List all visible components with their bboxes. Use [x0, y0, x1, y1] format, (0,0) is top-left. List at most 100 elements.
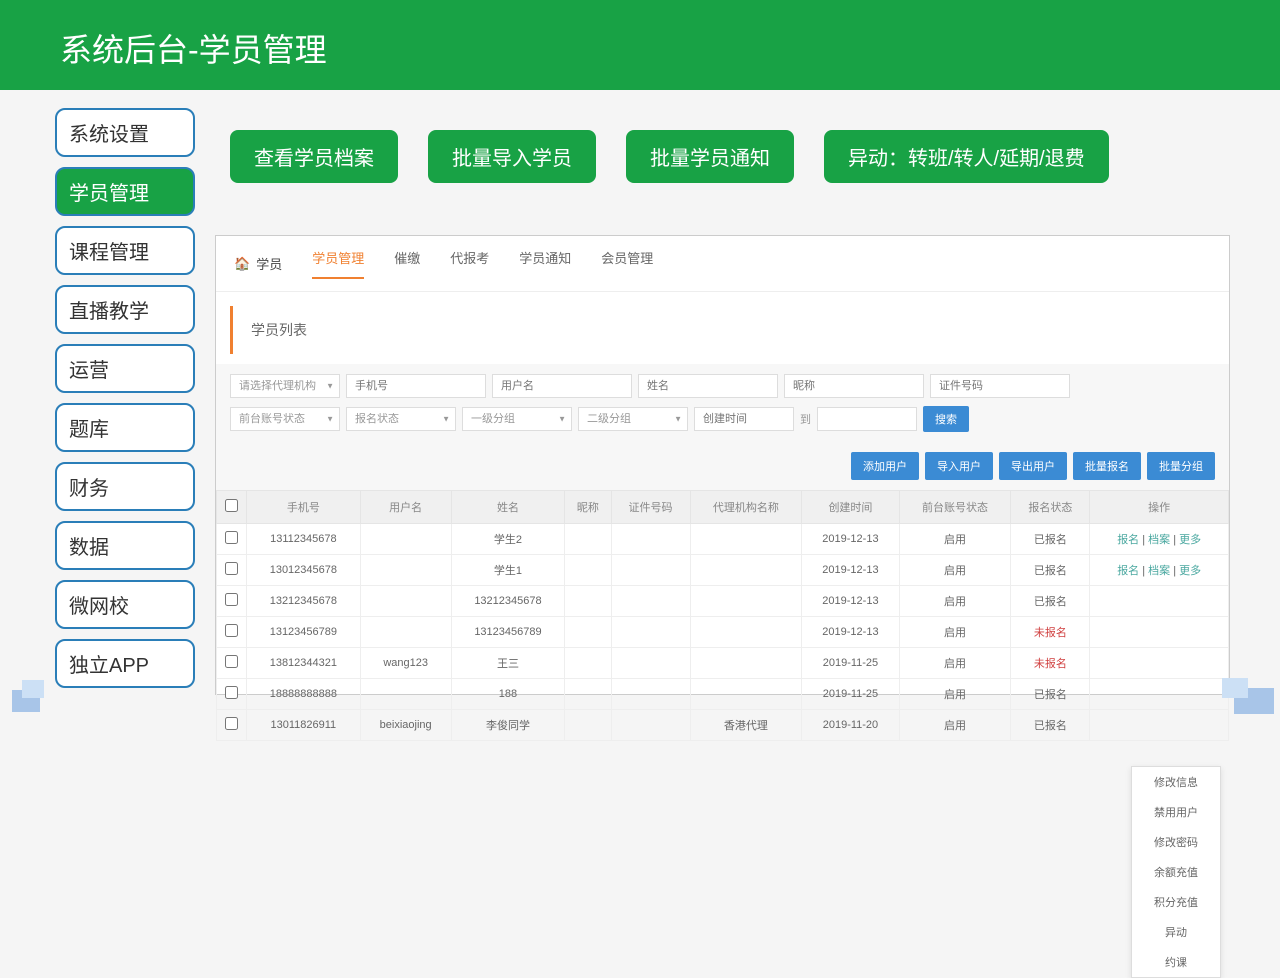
- cell-id: [611, 617, 690, 648]
- cell-phone: 13123456789: [247, 617, 361, 648]
- to-label: 到: [800, 411, 811, 427]
- table-header: 手机号: [247, 491, 361, 524]
- sidebar-item-1[interactable]: 学员管理: [55, 167, 195, 216]
- realname-input[interactable]: [638, 374, 778, 398]
- action-enroll[interactable]: 报名: [1117, 534, 1139, 546]
- table-row: 13812344321 wang123 王三 2019-11-25 启用 未报名: [217, 648, 1229, 679]
- account-status-select[interactable]: 前台账号状态: [230, 407, 340, 431]
- bulk-button-1[interactable]: 导入用户: [925, 452, 993, 480]
- cell-nick: [565, 555, 611, 586]
- cell-status: 启用: [899, 586, 1011, 617]
- dropdown-item-0[interactable]: 修改信息: [1132, 767, 1220, 797]
- home-icon: 🏠: [234, 256, 250, 272]
- action-button-0[interactable]: 查看学员档案: [230, 130, 398, 183]
- cell-enroll: 已报名: [1011, 555, 1090, 586]
- nickname-input[interactable]: [784, 374, 924, 398]
- table-header: 创建时间: [802, 491, 899, 524]
- cell-id: [611, 586, 690, 617]
- row-check[interactable]: [225, 717, 238, 730]
- cell-agency: [690, 617, 802, 648]
- sidebar-item-9[interactable]: 独立APP: [55, 639, 195, 688]
- dropdown-item-3[interactable]: 余额充值: [1132, 857, 1220, 887]
- cell-phone: 13212345678: [247, 586, 361, 617]
- cell-agency: [690, 586, 802, 617]
- table-header: 前台账号状态: [899, 491, 1011, 524]
- create-time-from[interactable]: [694, 407, 794, 431]
- sidebar-item-6[interactable]: 财务: [55, 462, 195, 511]
- tab-4[interactable]: 会员管理: [601, 248, 653, 279]
- row-check[interactable]: [225, 686, 238, 699]
- table-row: 13123456789 13123456789 2019-12-13 启用 未报…: [217, 617, 1229, 648]
- phone-input[interactable]: [346, 374, 486, 398]
- action-enroll[interactable]: 报名: [1117, 565, 1139, 577]
- dropdown-item-2[interactable]: 修改密码: [1132, 827, 1220, 857]
- cell-id: [611, 710, 690, 741]
- create-time-to[interactable]: [817, 407, 917, 431]
- search-button[interactable]: 搜索: [923, 406, 969, 432]
- action-button-1[interactable]: 批量导入学员: [428, 130, 596, 183]
- sidebar-item-5[interactable]: 题库: [55, 403, 195, 452]
- bulk-button-3[interactable]: 批量报名: [1073, 452, 1141, 480]
- cell-id: [611, 679, 690, 710]
- action-file[interactable]: 档案: [1148, 565, 1170, 577]
- group1-select[interactable]: 一级分组: [462, 407, 572, 431]
- cell-name: 学生2: [451, 524, 565, 555]
- row-check[interactable]: [225, 562, 238, 575]
- group2-select[interactable]: 二级分组: [578, 407, 688, 431]
- enroll-status-select[interactable]: 报名状态: [346, 407, 456, 431]
- sidebar-item-2[interactable]: 课程管理: [55, 226, 195, 275]
- tab-1[interactable]: 催缴: [394, 248, 420, 279]
- bulk-button-4[interactable]: 批量分组: [1147, 452, 1215, 480]
- tab-3[interactable]: 学员通知: [519, 248, 571, 279]
- dropdown-item-6[interactable]: 约课: [1132, 947, 1220, 977]
- row-check[interactable]: [225, 655, 238, 668]
- row-check[interactable]: [225, 531, 238, 544]
- cell-agency: [690, 679, 802, 710]
- cell-enroll: 已报名: [1011, 679, 1090, 710]
- username-input[interactable]: [492, 374, 632, 398]
- idcard-input[interactable]: [930, 374, 1070, 398]
- row-check[interactable]: [225, 593, 238, 606]
- action-button-3[interactable]: 异动：转班/转人/延期/退费: [824, 130, 1109, 183]
- dropdown-item-1[interactable]: 禁用用户: [1132, 797, 1220, 827]
- breadcrumb-home[interactable]: 🏠 学员: [234, 254, 282, 273]
- dropdown-item-5[interactable]: 异动: [1132, 917, 1220, 947]
- cell-status: 启用: [899, 524, 1011, 555]
- table-row: 18888888888 188 2019-11-25 启用 已报名: [217, 679, 1229, 710]
- cell-name: 13212345678: [451, 586, 565, 617]
- action-more[interactable]: 更多: [1179, 534, 1201, 546]
- page-title: 系统后台-学员管理: [60, 25, 1220, 71]
- cell-user: [360, 586, 451, 617]
- cell-phone: 13812344321: [247, 648, 361, 679]
- sidebar-item-7[interactable]: 数据: [55, 521, 195, 570]
- action-file[interactable]: 档案: [1148, 534, 1170, 546]
- cell-enroll: 已报名: [1011, 524, 1090, 555]
- subtitle: 学员列表: [230, 306, 1229, 354]
- row-check[interactable]: [225, 624, 238, 637]
- action-more[interactable]: 更多: [1179, 565, 1201, 577]
- sidebar-item-3[interactable]: 直播教学: [55, 285, 195, 334]
- cell-date: 2019-12-13: [802, 617, 899, 648]
- table-row: 13112345678 学生2 2019-12-13 启用 已报名 报名 | 档…: [217, 524, 1229, 555]
- student-table: 手机号用户名姓名昵称证件号码代理机构名称创建时间前台账号状态报名状态操作 131…: [216, 490, 1229, 741]
- check-all[interactable]: [225, 499, 238, 512]
- bulk-button-2[interactable]: 导出用户: [999, 452, 1067, 480]
- sidebar-item-0[interactable]: 系统设置: [55, 108, 195, 157]
- header: 系统后台-学员管理: [0, 0, 1280, 90]
- cell-name: 李俊同学: [451, 710, 565, 741]
- tab-2[interactable]: 代报考: [450, 248, 489, 279]
- main-panel: 🏠 学员 学员管理催缴代报考学员通知会员管理 学员列表 请选择代理机构 前台账号…: [215, 235, 1230, 695]
- cell-status: 启用: [899, 617, 1011, 648]
- action-button-2[interactable]: 批量学员通知: [626, 130, 794, 183]
- cell-phone: 13011826911: [247, 710, 361, 741]
- cell-date: 2019-12-13: [802, 555, 899, 586]
- bulk-button-0[interactable]: 添加用户: [851, 452, 919, 480]
- tab-0[interactable]: 学员管理: [312, 248, 364, 279]
- agency-select[interactable]: 请选择代理机构: [230, 374, 340, 398]
- dropdown-item-4[interactable]: 积分充值: [1132, 887, 1220, 917]
- table-row: 13011826911 beixiaojing 李俊同学 香港代理 2019-1…: [217, 710, 1229, 741]
- sidebar-item-4[interactable]: 运营: [55, 344, 195, 393]
- sidebar-item-8[interactable]: 微网校: [55, 580, 195, 629]
- action-buttons: 查看学员档案批量导入学员批量学员通知异动：转班/转人/延期/退费: [230, 130, 1109, 183]
- table-header: 报名状态: [1011, 491, 1090, 524]
